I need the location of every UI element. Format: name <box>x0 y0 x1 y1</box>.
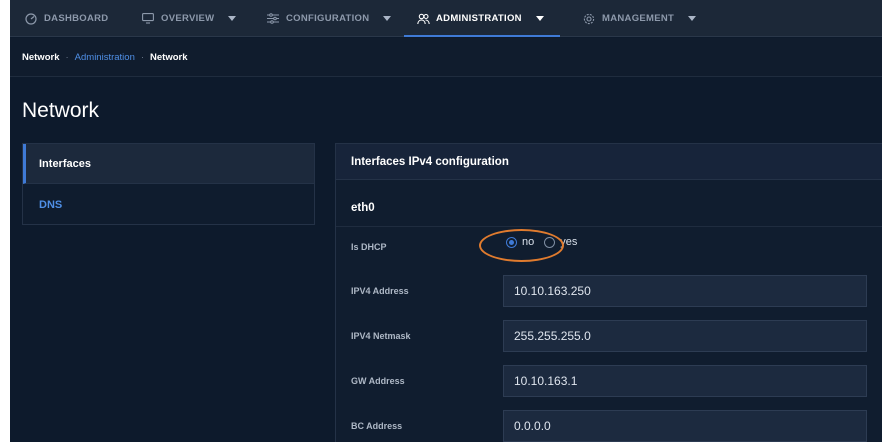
dhcp-no-label[interactable]: no <box>522 236 534 248</box>
breadcrumb-separator: · <box>140 51 145 63</box>
nav-item-configuration[interactable]: CONFIGURATION <box>266 0 392 37</box>
dhcp-yes-radio[interactable] <box>544 236 556 248</box>
breadcrumb: Network · Administration · Network <box>10 38 882 77</box>
gear-icon <box>582 12 596 26</box>
chevron-down-icon <box>228 16 237 21</box>
ipv4-address-label: IPV4 Address <box>351 286 409 296</box>
chevron-down-icon <box>688 16 697 21</box>
dashboard-icon <box>24 12 38 26</box>
users-icon <box>416 12 430 26</box>
breadcrumb-current: Network <box>150 51 188 63</box>
breadcrumb-administration-link[interactable]: Administration <box>75 52 135 63</box>
chevron-down-icon <box>535 16 544 21</box>
gw-address-label: GW Address <box>351 376 405 386</box>
interface-name: eth0 <box>351 202 375 214</box>
nav-item-administration[interactable]: ADMINISTRATION <box>404 0 560 37</box>
dhcp-radio-group: no yes <box>506 236 581 248</box>
sidebar-item-interfaces[interactable]: Interfaces <box>23 144 314 184</box>
nav-item-management[interactable]: MANAGEMENT <box>582 0 697 37</box>
dhcp-no-radio[interactable] <box>506 236 517 248</box>
bc-address-field[interactable]: 0.0.0.0 <box>503 410 867 442</box>
ipv4-address-field[interactable]: 10.10.163.250 <box>503 275 867 307</box>
divider <box>336 226 882 227</box>
sidebar-item-dns[interactable]: DNS <box>23 185 314 225</box>
breadcrumb-separator: · <box>65 51 69 63</box>
ipv4-netmask-label: IPV4 Netmask <box>351 331 411 341</box>
nav-label: MANAGEMENT <box>602 13 675 24</box>
panel-header: Interfaces IPv4 configuration <box>336 144 882 180</box>
page-title: Network <box>22 99 100 122</box>
nav-item-dashboard[interactable]: DASHBOARD <box>24 0 108 37</box>
dhcp-label: Is DHCP <box>351 242 387 252</box>
app-window: DASHBOARD OVERVIEW CONFIGURATION ADMINIS… <box>10 0 882 442</box>
nav-label: CONFIGURATION <box>286 13 370 24</box>
ipv4-netmask-field[interactable]: 255.255.255.0 <box>503 320 867 352</box>
monitor-icon <box>141 12 155 26</box>
nav-label: ADMINISTRATION <box>436 13 522 24</box>
bc-address-label: BC Address <box>351 421 403 431</box>
dhcp-yes-label[interactable]: yes <box>560 236 577 248</box>
top-nav: DASHBOARD OVERVIEW CONFIGURATION ADMINIS… <box>10 0 882 37</box>
nav-item-overview[interactable]: OVERVIEW <box>141 0 237 37</box>
chevron-down-icon <box>383 16 392 21</box>
sliders-icon <box>266 12 280 26</box>
breadcrumb-root[interactable]: Network <box>22 52 59 63</box>
interfaces-panel: Interfaces IPv4 configuration eth0 Is DH… <box>335 143 882 442</box>
nav-label: DASHBOARD <box>44 13 109 24</box>
network-sidebar: Interfaces DNS <box>22 143 315 225</box>
gw-address-field[interactable]: 10.10.163.1 <box>503 365 867 397</box>
nav-label: OVERVIEW <box>161 13 215 24</box>
